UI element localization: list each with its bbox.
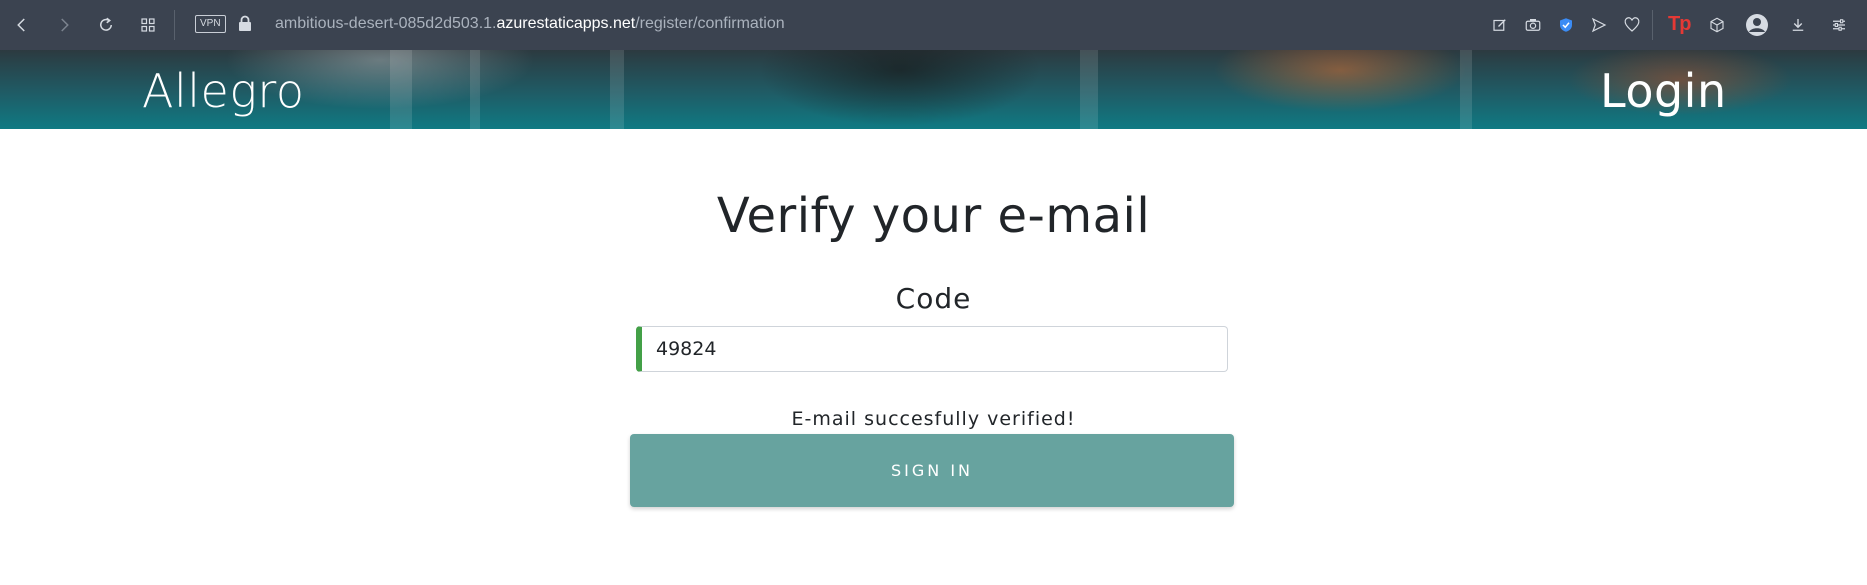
shield-icon[interactable] [1554,13,1578,37]
status-message: E-mail succesfully verified! [791,408,1076,430]
lock-icon[interactable] [238,15,252,35]
url-host: azurestaticapps.net [496,15,636,32]
code-input[interactable] [636,326,1228,372]
back-icon[interactable] [10,13,34,37]
browser-toolbar: VPN ambitious-desert-085d2d503.1.azurest… [0,0,1867,50]
banner-decoration [390,50,412,129]
tp-extension-icon[interactable]: Tp [1668,13,1691,36]
send-icon[interactable] [1587,13,1611,37]
login-link[interactable]: Login [1600,64,1727,118]
avatar[interactable] [1745,13,1769,37]
brand-logo[interactable]: Allegro [142,64,304,118]
url-prefix: ambitious-desert-085d2d503.1. [275,15,497,32]
tabs-grid-icon[interactable] [136,13,160,37]
banner-decoration [470,50,480,129]
header-banner: Allegro Login [0,50,1867,129]
heart-icon[interactable] [1620,13,1644,37]
url-path: /register/confirmation [635,15,785,32]
cube-icon[interactable] [1705,13,1729,37]
banner-decoration [610,50,624,129]
vpn-badge[interactable]: VPN [195,15,226,33]
toolbar-divider [174,10,175,40]
banner-decoration [1460,50,1472,129]
banner-decoration [1080,50,1098,129]
toolbar-divider [1652,10,1653,40]
code-label: Code [895,282,972,315]
page-title: Verify your e-mail [716,188,1151,244]
settings-icon[interactable] [1827,13,1851,37]
download-icon[interactable] [1786,13,1810,37]
camera-icon[interactable] [1521,13,1545,37]
forward-icon[interactable] [52,13,76,37]
reload-icon[interactable] [94,13,118,37]
sign-in-button[interactable]: SIGN IN [630,434,1234,507]
address-bar[interactable]: ambitious-desert-085d2d503.1.azurestatic… [275,15,785,33]
edit-icon[interactable] [1488,13,1512,37]
